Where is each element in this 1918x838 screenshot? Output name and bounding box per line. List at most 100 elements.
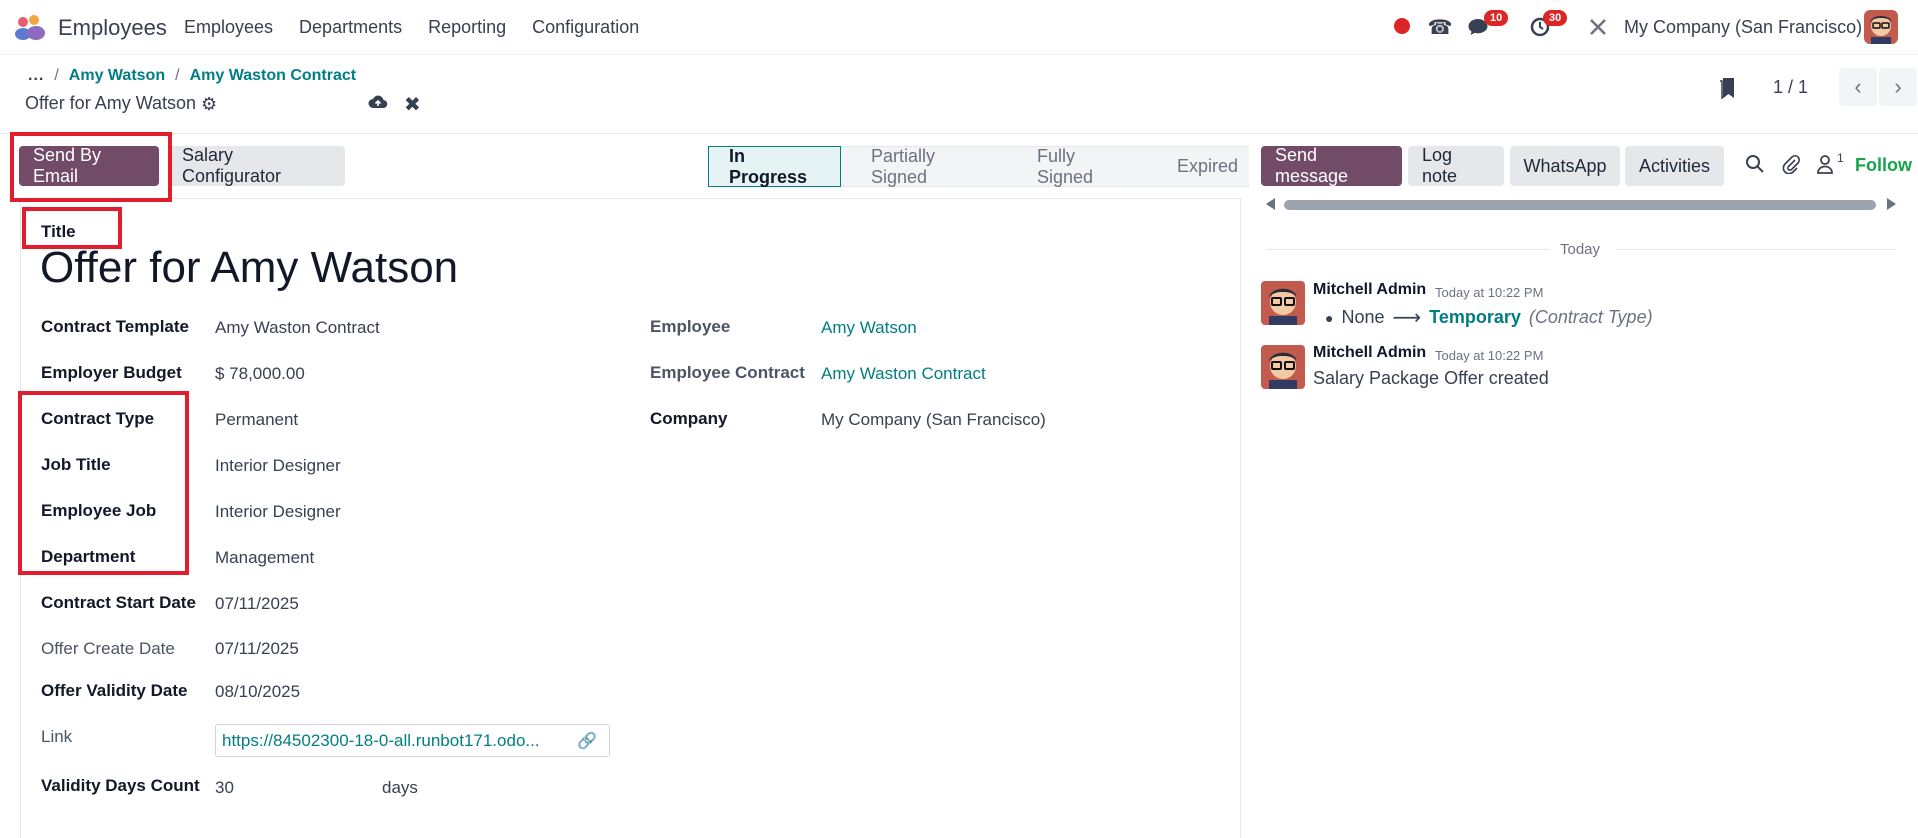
job-title-field[interactable]: Interior Designer <box>215 456 341 476</box>
app-name[interactable]: Employees <box>58 15 167 41</box>
send-message-button[interactable]: Send message <box>1261 145 1402 186</box>
stage-expired[interactable]: Expired <box>1147 146 1249 187</box>
breadcrumb-employee[interactable]: Amy Watson <box>69 67 165 85</box>
offer-validity-date-label: Offer Validity Date <box>41 681 188 700</box>
bullet-icon: ● <box>1325 309 1334 326</box>
followers-count: 1 <box>1837 151 1844 165</box>
main-menu: Employees Departments Reporting Configur… <box>184 17 639 38</box>
employer-budget-field[interactable]: $ 78,000.00 <box>215 364 305 384</box>
pager-next-button[interactable]: › <box>1879 68 1917 106</box>
highlight-box-fields <box>18 391 189 575</box>
employee-contract-label: Employee Contract <box>650 363 805 382</box>
contract-start-date-field[interactable]: 07/11/2025 <box>215 594 299 614</box>
department-field[interactable]: Management <box>215 548 314 568</box>
menu-configuration[interactable]: Configuration <box>532 17 639 38</box>
highlight-box-title <box>22 207 122 249</box>
employee-label: Employee <box>650 317 731 336</box>
breadcrumb-separator: / <box>175 67 180 84</box>
phone-icon[interactable]: ☎ <box>1428 15 1453 39</box>
copy-link-icon[interactable]: 🔗 <box>577 731 597 751</box>
tracking-old-value: None <box>1341 307 1385 327</box>
employer-budget-label: Employer Budget <box>41 363 182 382</box>
message-date: Today at 10:22 PM <box>1435 348 1544 363</box>
author-avatar[interactable] <box>1261 281 1305 325</box>
stage-in-progress[interactable]: In Progress <box>708 146 841 187</box>
gear-icon[interactable]: ⚙ <box>201 94 217 115</box>
offer-validity-date-field[interactable]: 08/10/2025 <box>215 682 300 702</box>
highlight-box-send-email <box>10 132 172 202</box>
cloud-upload-save-icon[interactable] <box>368 94 388 115</box>
salary-configurator-button[interactable]: Salary Configurator <box>168 145 345 186</box>
pager-value[interactable]: 1 / 1 <box>1773 77 1808 98</box>
tracking-field-name: (Contract Type) <box>1528 307 1653 327</box>
form-sheet <box>20 198 1241 838</box>
offer-link-field[interactable]: https://84502300-18-0-all.runbot171.odo.… <box>215 724 610 757</box>
validity-days-unit: days <box>382 778 418 797</box>
stage-partially-signed[interactable]: Partially Signed <box>841 146 1007 187</box>
author-avatar[interactable] <box>1261 345 1305 389</box>
message-author[interactable]: Mitchell Admin <box>1313 344 1426 362</box>
validity-days-count-field[interactable]: 30 <box>215 778 234 798</box>
employee-job-field[interactable]: Interior Designer <box>215 502 341 522</box>
whatsapp-button[interactable]: WhatsApp <box>1510 146 1620 186</box>
company-label: Company <box>650 409 728 428</box>
link-label: Link <box>41 727 73 746</box>
scroll-left-arrow-icon[interactable] <box>1266 198 1275 210</box>
offer-create-date-field: 07/11/2025 <box>215 639 299 658</box>
stage-fully-signed[interactable]: Fully Signed <box>1007 146 1147 187</box>
arrow-right-icon: ⟶ <box>1392 307 1422 329</box>
menu-reporting[interactable]: Reporting <box>428 17 506 38</box>
log-note-button[interactable]: Log note <box>1408 145 1504 186</box>
chevron-right-icon: › <box>1894 74 1902 99</box>
scroll-right-arrow-icon[interactable] <box>1887 198 1896 210</box>
followers-user-icon[interactable] <box>1816 154 1834 179</box>
breadcrumb-separator: / <box>54 67 59 84</box>
offer-link-text[interactable]: https://84502300-18-0-all.runbot171.odo.… <box>222 731 540 751</box>
breadcrumb: ... / Amy Watson / Amy Waston Contract <box>28 67 356 85</box>
breadcrumb-ellipsis[interactable]: ... <box>28 67 44 85</box>
recording-indicator-icon[interactable] <box>1394 18 1410 34</box>
record-title: Offer for Amy Watson <box>25 93 197 113</box>
contract-template-field[interactable]: Amy Waston Contract <box>215 318 380 338</box>
control-panel-divider <box>0 133 1918 134</box>
chatter-horizontal-scrollbar[interactable] <box>1266 197 1896 213</box>
message-date: Today at 10:22 PM <box>1435 285 1544 300</box>
pager-previous-button[interactable]: ‹ <box>1839 68 1877 106</box>
message-body: Salary Package Offer created <box>1313 368 1549 388</box>
activities-badge: 30 <box>1543 10 1568 26</box>
search-icon[interactable] <box>1745 154 1765 179</box>
follow-button[interactable]: Follow <box>1855 155 1912 176</box>
message-author[interactable]: Mitchell Admin <box>1313 281 1426 299</box>
date-separator-label: Today <box>1560 241 1601 258</box>
menu-departments[interactable]: Departments <box>299 17 402 38</box>
separator-line <box>1266 249 1550 250</box>
title-input[interactable]: Offer for Amy Watson <box>40 243 458 293</box>
contract-template-label: Contract Template <box>41 317 189 336</box>
top-navbar: Employees Employees Departments Reportin… <box>0 0 1918 55</box>
tracking-new-value: Temporary <box>1429 307 1521 327</box>
app-logo-icon[interactable] <box>14 14 48 40</box>
status-bar: In Progress Partially Signed Fully Signe… <box>708 146 1249 187</box>
date-separator: Today <box>1266 240 1896 260</box>
scrollbar-thumb[interactable] <box>1284 200 1876 210</box>
company-switcher[interactable]: My Company (San Francisco) <box>1624 17 1862 38</box>
offer-create-date-label: Offer Create Date <box>41 639 175 658</box>
validity-days-count-label: Validity Days Count <box>41 776 200 795</box>
activities-button[interactable]: Activities <box>1625 146 1724 186</box>
chevron-left-icon: ‹ <box>1854 74 1862 99</box>
attachment-paperclip-icon[interactable] <box>1781 154 1801 179</box>
separator-line <box>1616 249 1896 250</box>
contract-start-date-label: Contract Start Date <box>41 593 196 612</box>
messages-badge: 10 <box>1484 10 1509 26</box>
user-avatar[interactable] <box>1864 10 1898 44</box>
employee-contract-field[interactable]: Amy Waston Contract <box>821 364 986 384</box>
bookmark-icon[interactable] <box>1718 76 1738 100</box>
menu-employees[interactable]: Employees <box>184 17 273 38</box>
breadcrumb-contract[interactable]: Amy Waston Contract <box>190 67 357 85</box>
debug-tools-icon[interactable] <box>1586 15 1610 39</box>
tracking-value-change: ● None ⟶ Temporary (Contract Type) <box>1325 305 1653 330</box>
employee-field[interactable]: Amy Watson <box>821 318 917 338</box>
company-field[interactable]: My Company (San Francisco) <box>821 410 1046 430</box>
discard-close-icon[interactable]: ✖ <box>404 92 421 117</box>
contract-type-field[interactable]: Permanent <box>215 410 298 430</box>
